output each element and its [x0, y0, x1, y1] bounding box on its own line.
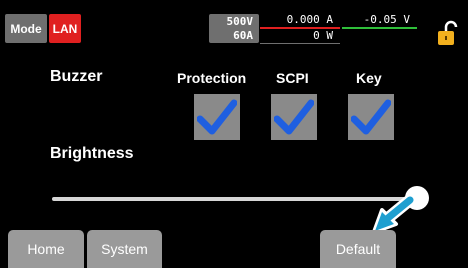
buzzer-label: Buzzer [50, 68, 103, 85]
rated-current: 60A [233, 29, 253, 42]
lan-tag: LAN [49, 14, 81, 43]
lock-icon[interactable] [437, 20, 461, 46]
current-reading: 0.000 A [286, 13, 333, 26]
key-checkbox[interactable] [348, 94, 394, 140]
checkmark-icon [351, 99, 391, 135]
scpi-label: SCPI [276, 70, 309, 86]
home-button[interactable]: Home [8, 230, 84, 268]
system-button-label: System [101, 241, 148, 257]
power-reading: 0 W [313, 29, 333, 42]
voltage-reading: -0.05 V [363, 13, 410, 26]
lan-label: LAN [52, 21, 78, 36]
scpi-checkbox[interactable] [271, 94, 317, 140]
protection-checkbox[interactable] [194, 94, 240, 140]
mode-tag[interactable]: Mode [5, 14, 47, 43]
voltage-underline [342, 27, 417, 29]
rated-voltage: 500V [226, 15, 254, 28]
protection-label: Protection [177, 70, 247, 86]
home-button-label: Home [27, 241, 65, 257]
checkmark-icon [197, 99, 237, 135]
mode-label: Mode [10, 21, 42, 36]
brightness-label: Brightness [50, 145, 134, 162]
rating-badge: 500V 60A [209, 14, 259, 43]
system-button[interactable]: System [87, 230, 162, 268]
default-button[interactable]: Default [320, 230, 396, 268]
default-button-label: Default [335, 241, 381, 257]
settings-screen: Mode LAN 500V 60A 0.000 A -0.05 V 0 W Bu… [0, 0, 468, 268]
checkmark-icon [274, 99, 314, 135]
key-label: Key [356, 70, 382, 86]
power-underline [260, 43, 340, 44]
